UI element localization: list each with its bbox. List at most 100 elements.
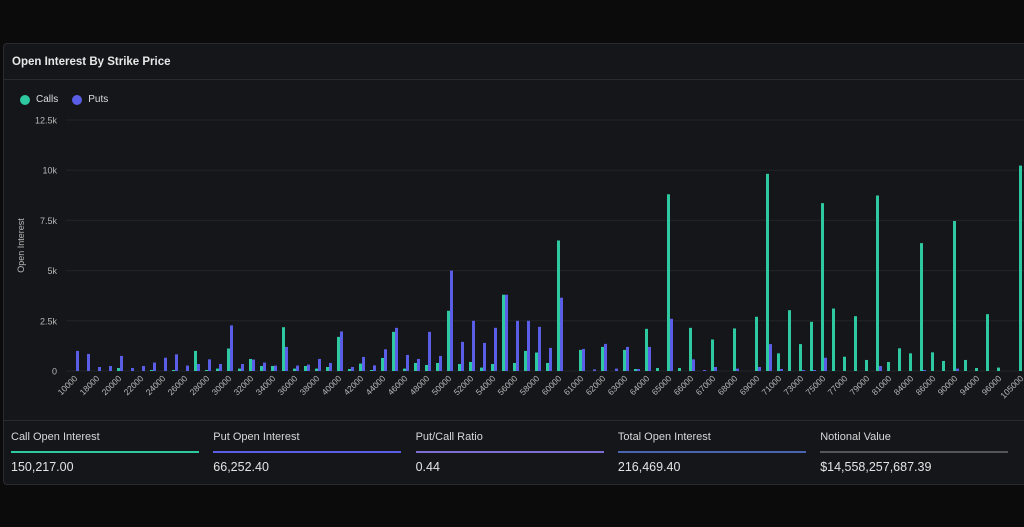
x-tick-label: 73000 xyxy=(782,373,806,397)
x-tick-label: 94000 xyxy=(958,373,982,397)
open-interest-bar-chart: 0 2.5k 5k 7.5k 10k 12.5k Open Interest 10000180… xyxy=(16,116,1024,400)
x-tick-label: 28000 xyxy=(188,373,212,397)
puts-bar xyxy=(186,365,189,371)
calls-bar xyxy=(271,365,274,371)
calls-bar xyxy=(227,348,230,371)
x-tick-label: 58000 xyxy=(518,373,542,397)
puts-bar xyxy=(87,353,90,371)
puts-bar xyxy=(494,327,497,371)
calls-bar xyxy=(898,348,901,371)
puts-bar xyxy=(340,331,343,371)
puts-bar xyxy=(549,347,552,371)
puts-bar xyxy=(560,297,563,371)
puts-bar xyxy=(428,331,431,371)
puts-bar xyxy=(527,320,530,371)
x-tick-label: 63000 xyxy=(606,373,630,397)
calls-bar xyxy=(117,367,120,371)
calls-bar xyxy=(601,346,604,371)
calls-bar xyxy=(370,369,373,371)
puts-bar xyxy=(439,355,442,371)
stat-value: 216,469.40 xyxy=(617,460,681,474)
stat-label: Put Open Interest xyxy=(213,431,300,443)
x-tick-label: 105000 xyxy=(998,373,1024,400)
puts-bar xyxy=(296,365,299,371)
puts-bar xyxy=(483,342,486,371)
calls-bar xyxy=(854,316,857,371)
x-tick-label: 24000 xyxy=(144,373,168,397)
stat-underline xyxy=(820,451,1009,453)
stat-value: 0.44 xyxy=(415,460,440,474)
x-tick-label: 36000 xyxy=(276,373,300,397)
puts-bar xyxy=(230,325,233,371)
puts-bar xyxy=(109,365,112,371)
calls-bar xyxy=(447,310,450,371)
puts-bar xyxy=(648,346,651,371)
calls-bar xyxy=(579,349,582,371)
calls-bar xyxy=(216,368,219,371)
calls-bar xyxy=(194,350,197,371)
puts-bar xyxy=(164,357,167,371)
puts-bar xyxy=(307,364,310,371)
stat-label: Call Open Interest xyxy=(11,431,100,443)
puts-bar xyxy=(615,368,618,371)
puts-bar xyxy=(318,358,321,371)
calls-bar xyxy=(920,243,923,371)
x-tick-label: 66000 xyxy=(672,373,696,397)
calls-bar xyxy=(403,368,406,371)
puts-bar xyxy=(516,320,519,371)
calls-bar xyxy=(986,314,989,371)
x-tick-label: 62000 xyxy=(584,373,608,397)
calls-bar xyxy=(348,368,351,371)
x-tick-label: 77000 xyxy=(826,373,850,397)
x-tick-label: 69000 xyxy=(738,373,762,397)
x-tick-label: 90000 xyxy=(936,373,960,397)
puts-bar xyxy=(956,368,959,371)
calls-bar xyxy=(458,363,461,371)
puts-bar xyxy=(395,327,398,371)
puts-bar xyxy=(736,368,739,371)
calls-bar xyxy=(766,173,769,371)
calls-bar xyxy=(832,308,835,371)
x-tick-label: 65000 xyxy=(650,373,674,397)
puts-bar xyxy=(813,369,816,371)
x-tick-label: 79000 xyxy=(848,373,872,397)
puts-bar xyxy=(879,365,882,371)
calls-bar xyxy=(381,357,384,371)
x-tick-label: 56000 xyxy=(496,373,520,397)
stat-value: 150,217.00 xyxy=(11,460,74,474)
calls-bar xyxy=(502,294,505,371)
x-tick-label: 67000 xyxy=(694,373,718,397)
puts-bar xyxy=(824,357,827,371)
stat-underline xyxy=(11,451,199,453)
x-tick-label: 68000 xyxy=(716,373,740,397)
x-tick-label: 30000 xyxy=(210,373,234,397)
x-tick-label: 54000 xyxy=(474,373,498,397)
puts-bar xyxy=(362,356,365,371)
puts-bar xyxy=(285,346,288,371)
x-tick-label: 50000 xyxy=(430,373,454,397)
calls-bar xyxy=(557,240,560,371)
puts-bar xyxy=(780,368,783,371)
calls-bar xyxy=(953,221,956,371)
puts-bar xyxy=(263,362,266,371)
calls-bar xyxy=(876,195,879,371)
calls-bar xyxy=(150,369,153,371)
x-tick-label: 75000 xyxy=(804,373,828,397)
calls-bar xyxy=(238,368,241,371)
puts-bar xyxy=(593,369,596,371)
puts-bar xyxy=(450,270,453,371)
puts-bar xyxy=(406,354,409,371)
puts-bar xyxy=(351,366,354,371)
puts-bar xyxy=(692,359,695,371)
puts-bar xyxy=(98,366,101,371)
x-tick-label: 34000 xyxy=(254,373,278,397)
stat-label: Total Open Interest xyxy=(617,431,711,443)
calls-bar xyxy=(634,368,637,371)
x-tick-label: 42000 xyxy=(342,373,366,397)
y-tick-label: 10k xyxy=(42,166,57,176)
calls-bar xyxy=(777,353,780,371)
calls-bar xyxy=(480,367,483,371)
calls-bar xyxy=(689,327,692,371)
puts-bar xyxy=(923,369,926,371)
x-tick-label: 71000 xyxy=(760,373,784,397)
